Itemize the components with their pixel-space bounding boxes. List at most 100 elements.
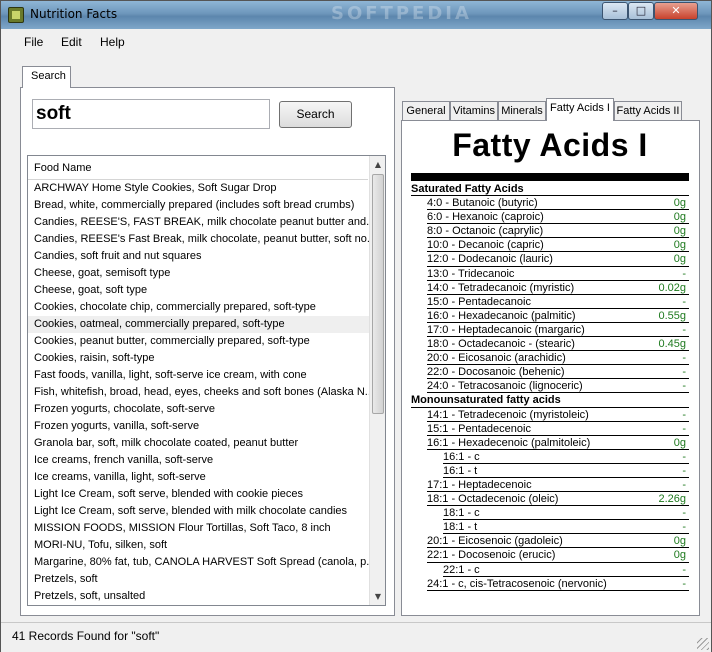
nutrient-label: 12:0 - Dodecanoic (lauric) [427, 253, 553, 266]
column-header-food-name[interactable]: Food Name [28, 156, 368, 180]
list-item[interactable]: Ice creams, french vanilla, soft-serve [28, 452, 369, 469]
food-list[interactable]: Food Name ARCHWAY Home Style Cookies, So… [27, 155, 386, 606]
nutrient-row: 15:1 - Pentadecenoic - [427, 422, 689, 436]
nutrient-value: - [682, 577, 686, 590]
fatty-acids-table: Saturated Fatty Acids 4:0 - Butanoic (but… [411, 182, 689, 591]
scroll-down-icon[interactable]: ▼ [370, 588, 385, 605]
scrollbar-thumb[interactable] [372, 174, 384, 414]
tab-vitamins[interactable]: Vitamins [450, 101, 498, 121]
nutrient-label: 14:0 - Tetradecanoic (myristic) [427, 281, 575, 294]
nutrient-label: 6:0 - Hexanoic (caproic) [427, 211, 544, 224]
list-item[interactable]: Granola bar, soft, milk chocolate coated… [28, 435, 369, 452]
nutrient-row: 22:1 - c - [443, 563, 689, 577]
nutrient-value: - [682, 507, 686, 520]
nutrient-row: 10:0 - Decanoic (capric) 0g [427, 238, 689, 253]
nutrient-value: - [682, 521, 686, 534]
list-item[interactable]: ARCHWAY Home Style Cookies, Soft Sugar D… [28, 180, 369, 197]
tab-fatty-acids-ii[interactable]: Fatty Acids II [614, 101, 682, 121]
nutrient-label: Saturated Fatty Acids [411, 183, 524, 195]
nutrient-row: 8:0 - Octanoic (caprylic) 0g [427, 224, 689, 239]
list-item[interactable]: MISSION FOODS, MISSION Flour Tortillas, … [28, 520, 369, 537]
size-grip-icon[interactable] [697, 638, 709, 650]
minimize-button[interactable]: – [602, 2, 628, 20]
list-item[interactable]: Fish, whitefish, broad, head, eyes, chee… [28, 384, 369, 401]
window-title: Nutrition Facts [30, 7, 118, 21]
search-input[interactable] [32, 99, 270, 129]
list-item[interactable]: Ice creams, vanilla, light, soft-serve [28, 469, 369, 486]
list-item[interactable]: Pretzels, soft, unsalted [28, 588, 369, 605]
nutrient-label: 4:0 - Butanoic (butyric) [427, 197, 538, 210]
menu-help[interactable]: Help [100, 35, 125, 49]
nutrient-label: 17:0 - Heptadecanoic (margaric) [427, 323, 585, 336]
fatty-acids-title: Fatty Acids I [452, 127, 648, 163]
close-button[interactable]: ✕ [654, 2, 698, 20]
vertical-scrollbar[interactable]: ▲ ▼ [369, 156, 385, 605]
list-item[interactable]: Pretzels, soft [28, 571, 369, 588]
list-item[interactable]: Frozen yogurts, vanilla, soft-serve [28, 418, 369, 435]
nutrient-label: 18:1 - Octadecenoic (oleic) [427, 493, 559, 506]
nutrient-value: - [682, 380, 686, 393]
nutrient-value: - [682, 366, 686, 379]
list-item[interactable]: Light Ice Cream, soft serve, blended wit… [28, 486, 369, 503]
maximize-button[interactable]: □ [628, 2, 654, 20]
list-item[interactable]: Candies, soft fruit and nut squares [28, 248, 369, 265]
nutrient-value: - [682, 464, 686, 477]
nutrient-label: 15:0 - Pentadecanoic [427, 295, 531, 308]
list-item[interactable]: Candies, REESE's Fast Break, milk chocol… [28, 231, 369, 248]
tab-search-label: Search [31, 70, 66, 82]
list-item[interactable]: Cheese, goat, soft type [28, 282, 369, 299]
nutrient-row: 18:1 - Octadecenoic (oleic) 2.26g [427, 492, 689, 507]
nutrient-row: 15:0 - Pentadecanoic - [427, 295, 689, 309]
nutrient-label: 16:1 - t [443, 464, 478, 477]
main-window: Nutrition Facts SOFTPEDIA – □ ✕ File Edi… [0, 0, 712, 652]
nutrient-label: 18:0 - Octadecanoic - (stearic) [427, 338, 575, 351]
list-item[interactable]: Cookies, peanut butter, commercially pre… [28, 333, 369, 350]
nutrient-label: 22:1 - Docosenoic (erucic) [427, 549, 556, 562]
nutrient-row: 18:1 - t - [443, 520, 689, 535]
status-text: 41 Records Found for "soft" [12, 629, 160, 643]
list-item[interactable]: MORI-NU, Tofu, silken, soft [28, 537, 369, 554]
tab-search[interactable]: Search [22, 66, 71, 88]
nutrient-row: 17:0 - Heptadecanoic (margaric) - [427, 323, 689, 338]
tab-minerals[interactable]: Minerals [498, 101, 546, 121]
list-item[interactable]: Cheese, goat, semisoft type [28, 265, 369, 282]
nutrient-row: 13:0 - Tridecanoic - [427, 267, 689, 281]
nutrient-label: 10:0 - Decanoic (capric) [427, 239, 544, 252]
list-item[interactable]: Cookies, raisin, soft-type [28, 350, 369, 367]
nutrient-label: 20:1 - Eicosenoic (gadoleic) [427, 535, 563, 548]
list-item[interactable]: Bread, white, commercially prepared (inc… [28, 197, 369, 214]
list-item[interactable]: Candies, REESE'S, FAST BREAK, milk choco… [28, 214, 369, 231]
list-item[interactable]: Cookies, oatmeal, commercially prepared,… [28, 316, 369, 333]
nutrient-label: 24:0 - Tetracosanoic (lignoceric) [427, 380, 583, 393]
status-bar: 41 Records Found for "soft" [1, 622, 711, 652]
menu-edit[interactable]: Edit [61, 35, 82, 49]
list-item[interactable]: Cookies, chocolate chip, commercially pr… [28, 299, 369, 316]
nutrient-row: 18:1 - c - [443, 506, 689, 521]
list-item[interactable]: Light Ice Cream, soft serve, blended wit… [28, 503, 369, 520]
nutrient-value: 0g [673, 436, 686, 449]
list-item[interactable]: Frozen yogurts, chocolate, soft-serve [28, 401, 369, 418]
search-button[interactable]: Search [279, 101, 352, 128]
nutrient-label: 22:1 - c [443, 563, 480, 576]
list-item[interactable]: Fast foods, vanilla, light, soft-serve i… [28, 367, 369, 384]
nutrient-label: 16:0 - Hexadecanoic (palmitic) [427, 309, 576, 322]
tab-fatty-acids-i[interactable]: Fatty Acids I [546, 98, 614, 121]
nutrient-label: 16:1 - Hexadecenoic (palmitoleic) [427, 436, 591, 449]
food-list-rows: ARCHWAY Home Style Cookies, Soft Sugar D… [28, 180, 369, 605]
title-bar[interactable]: Nutrition Facts SOFTPEDIA – □ ✕ [1, 1, 711, 29]
title-divider [411, 173, 689, 181]
nutrient-row: 16:1 - t - [443, 464, 689, 478]
nutrient-value: - [682, 408, 686, 421]
nutrient-value: - [682, 478, 686, 491]
nutrient-value: - [682, 352, 686, 365]
section-header: Monounsaturated fatty acids [411, 393, 689, 408]
list-item[interactable]: Margarine, 80% fat, tub, CANOLA HARVEST … [28, 554, 369, 571]
nutrient-label: 18:1 - t [443, 521, 478, 534]
nutrient-value: - [682, 450, 686, 463]
menu-file[interactable]: File [24, 35, 43, 49]
nutrient-value: 0g [673, 253, 686, 266]
scroll-up-icon[interactable]: ▲ [370, 156, 385, 173]
nutrient-row: 18:0 - Octadecanoic - (stearic) 0.45g [427, 337, 689, 352]
nutrient-row: 14:0 - Tetradecanoic (myristic) 0.02g [427, 281, 689, 295]
tab-general[interactable]: General [402, 101, 450, 121]
